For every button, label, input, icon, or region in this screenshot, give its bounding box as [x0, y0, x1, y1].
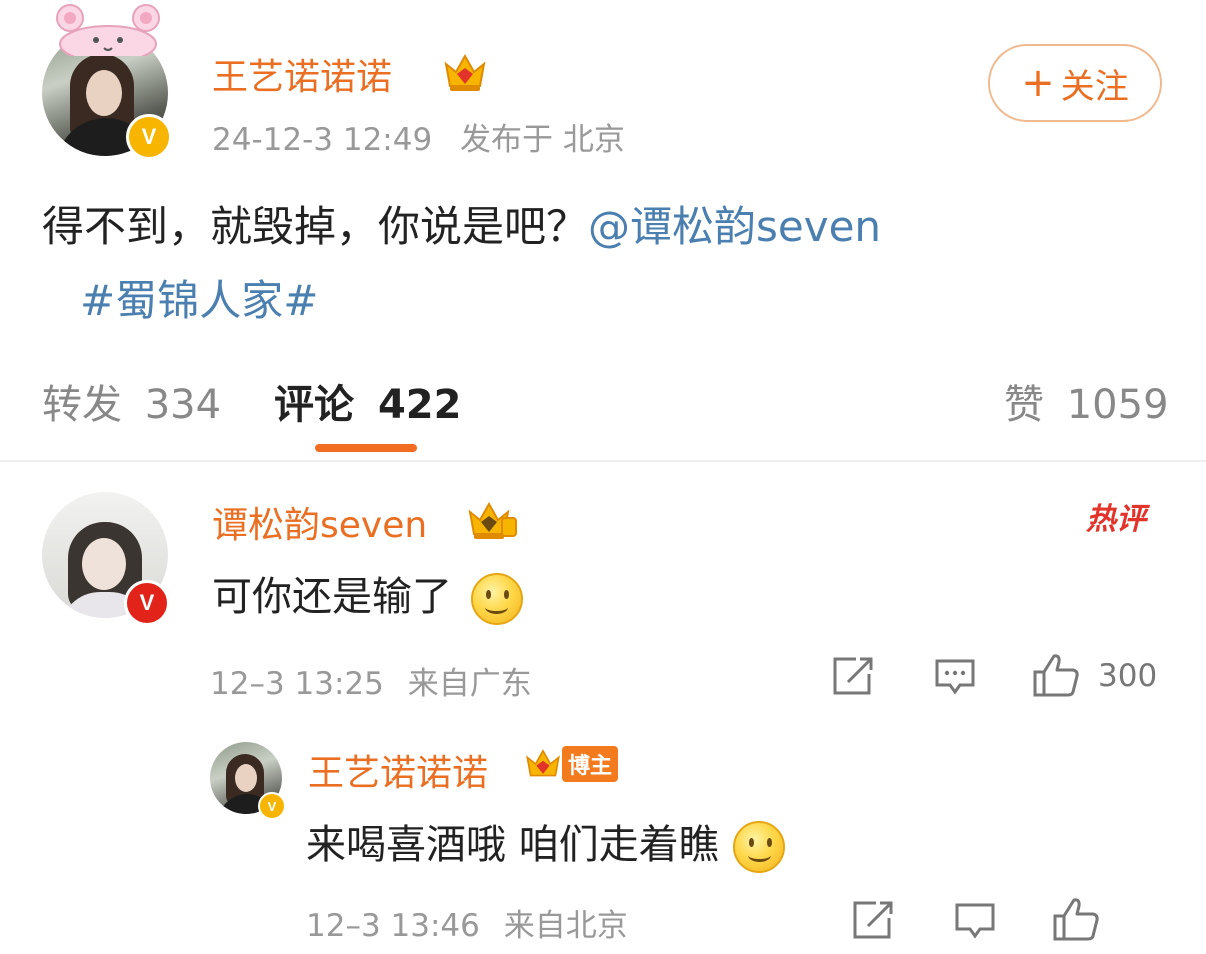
smile-emoji — [470, 573, 523, 625]
comment-icon[interactable] — [934, 658, 976, 696]
verified-badge: V — [124, 580, 170, 626]
comment-icon[interactable] — [954, 902, 996, 940]
like-icon[interactable] — [1052, 896, 1100, 942]
hashtag-link[interactable]: #蜀锦人家# — [80, 276, 318, 325]
reply-location: 来自北京 — [503, 908, 628, 944]
tab-comment-label: 评论 — [274, 382, 354, 428]
comment-location: 来自广东 — [407, 666, 532, 702]
comment-text: 可你还是输了 — [212, 574, 452, 620]
avatar-pendant-icon — [56, 4, 160, 56]
post-body: 得不到，就毁掉，你说是吧？@谭松韵seven #蜀锦人家# — [42, 190, 1172, 338]
tab-repost-count: 334 — [144, 382, 222, 428]
post-location: 发布于 北京 — [460, 122, 625, 158]
author-name[interactable]: 王艺诺诺诺 — [212, 48, 392, 100]
blogger-tag: 博主 — [562, 746, 619, 782]
post-time: 24-12-3 12:49 — [212, 122, 433, 158]
reply-author-name[interactable]: 王艺诺诺诺 — [308, 744, 488, 796]
comment-time: 12–3 13:25 — [210, 666, 384, 702]
repost-icon[interactable] — [852, 900, 894, 940]
crown-icon — [526, 749, 560, 777]
mention-link[interactable]: @谭松韵seven — [588, 202, 881, 251]
crown-icon — [468, 501, 517, 539]
tab-comment-count: 422 — [377, 382, 462, 428]
hot-comment-tag: 热评 — [1086, 502, 1146, 537]
tab-comment[interactable]: 评论 422 — [274, 372, 461, 430]
reply-time: 12–3 13:46 — [306, 908, 480, 944]
verified-badge: V — [258, 792, 286, 820]
tab-like[interactable]: 赞 1059 — [1004, 372, 1169, 430]
blogger-badge: 博主 — [524, 744, 619, 784]
comment-like-count: 300 — [1098, 658, 1158, 694]
verified-badge: V — [126, 114, 172, 160]
smile-emoji — [733, 821, 786, 873]
divider — [0, 460, 1206, 462]
active-tab-indicator — [315, 444, 417, 452]
crown-icon — [444, 53, 486, 91]
plus-icon: + — [1021, 60, 1055, 106]
repost-icon[interactable] — [832, 656, 874, 696]
tab-like-count: 1059 — [1066, 382, 1169, 428]
commenter-name[interactable]: 谭松韵seven — [212, 496, 427, 548]
reply-text: 来喝喜酒哦 咱们走着瞧 — [306, 822, 719, 868]
reply-text-row: 来喝喜酒哦 咱们走着瞧 — [306, 812, 786, 873]
post-text: 得不到，就毁掉，你说是吧？ — [42, 202, 589, 251]
follow-button[interactable]: + 关注 — [988, 44, 1162, 122]
tab-like-label: 赞 — [1004, 382, 1044, 428]
tab-repost[interactable]: 转发 334 — [42, 372, 221, 430]
like-icon[interactable] — [1032, 652, 1080, 698]
follow-label: 关注 — [1060, 66, 1129, 107]
comment-text-row: 可你还是输了 — [212, 564, 523, 625]
tab-repost-label: 转发 — [42, 382, 122, 428]
